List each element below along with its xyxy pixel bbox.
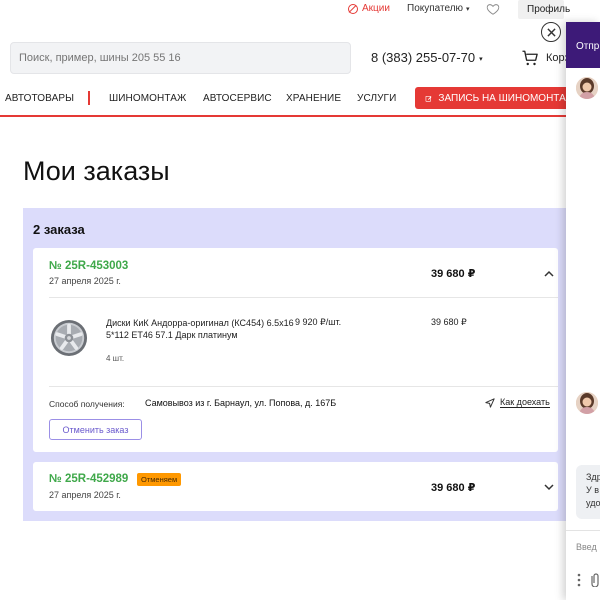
order-card: № 25R-453003 27 апреля 2025 г. 39 680 ₽ … — [33, 248, 558, 452]
order-number[interactable]: № 25R-453003 — [49, 260, 128, 272]
chat-tools — [577, 573, 599, 587]
attach-icon[interactable] — [591, 573, 599, 587]
delivery-label: Способ получения: — [49, 399, 125, 409]
profile-button[interactable]: Профиль — [518, 0, 570, 19]
buyer-label: Покупателю — [407, 3, 464, 14]
order-sum: 39 680 ₽ — [431, 482, 476, 494]
product-total: 39 680 ₽ — [431, 317, 467, 327]
nav-underline — [0, 115, 568, 117]
edit-icon — [425, 95, 432, 102]
orders-panel: 2 заказа № 25R-453003 27 апреля 2025 г. … — [23, 208, 573, 521]
chat-message-line: Здр — [586, 472, 600, 482]
person-icon — [576, 77, 598, 99]
chat-header[interactable]: Отпр — [566, 22, 600, 68]
order-card[interactable]: № 25R-452989 Отменяем 27 апреля 2025 г. … — [33, 462, 558, 511]
order-date: 27 апреля 2025 г. — [49, 490, 121, 500]
navigation-arrow-icon — [485, 397, 495, 408]
phone-number: 8 (383) 255-07-70 — [371, 50, 476, 65]
chat-widget: Отпр Здр У в удо Введ — [566, 22, 600, 600]
order-sum: 39 680 ₽ — [431, 268, 476, 280]
buyer-menu[interactable]: Покупателю ▾ — [407, 3, 470, 14]
phone-selector[interactable]: 8 (383) 255-07-70 ▾ — [371, 50, 483, 65]
chevron-down-icon: ▾ — [479, 55, 483, 63]
status-badge: Отменяем — [137, 473, 182, 486]
nav-item-uslugi[interactable]: УСЛУГИ — [357, 93, 396, 104]
search-input[interactable] — [10, 42, 351, 74]
agent-avatar — [576, 77, 598, 99]
page-title: Мои заказы — [23, 156, 170, 186]
chat-divider — [566, 530, 600, 531]
chat-message-line: удо — [586, 498, 600, 508]
cart-icon[interactable] — [521, 49, 539, 67]
chevron-down-icon: ▾ — [466, 6, 470, 13]
cancel-order-button[interactable]: Отменить заказ — [49, 419, 142, 440]
agent-avatar — [576, 392, 598, 414]
top-utility-bar: Акции Покупателю ▾ Профиль — [0, 0, 600, 20]
nav-item-shinomontazh[interactable]: ШИНОМОНТАЖ — [109, 93, 186, 104]
chat-message: Здр У в удо — [576, 465, 600, 519]
profile-label: Профиль — [527, 4, 571, 15]
order-number[interactable]: № 25R-452989 — [49, 473, 128, 485]
promo-icon — [348, 3, 358, 14]
promo-link[interactable]: Акции — [348, 3, 390, 14]
nav-divider — [88, 91, 90, 105]
promo-label: Акции — [362, 3, 390, 14]
delivery-value: Самовывоз из г. Барнаул, ул. Попова, д. … — [145, 398, 337, 408]
tire-booking-label: ЗАПИСЬ НА ШИНОМОНТАЖ — [438, 92, 575, 104]
route-link[interactable]: Как доехать — [485, 397, 550, 408]
orders-count: 2 заказа — [33, 222, 85, 237]
close-chat-button[interactable] — [541, 22, 561, 42]
card-divider — [49, 386, 558, 387]
nav-item-hranenie[interactable]: ХРАНЕНИЕ — [286, 93, 341, 104]
chevron-down-icon[interactable] — [543, 481, 555, 493]
card-divider — [49, 297, 558, 298]
wheel-image[interactable] — [50, 319, 88, 357]
chevron-up-icon[interactable] — [543, 268, 555, 280]
product-quantity: 4 шт. — [106, 354, 125, 363]
person-icon — [576, 392, 598, 414]
nav-item-avtoservis[interactable]: АВТОСЕРВИС — [203, 93, 272, 104]
route-label: Как доехать — [500, 397, 550, 408]
product-name[interactable]: Диски КиК Андорра-оригинал (КС454) 6.5x1… — [106, 317, 296, 341]
chat-message-line: У в — [586, 485, 599, 495]
nav-item-autotovary[interactable]: АВТОТОВАРЫ — [5, 93, 74, 104]
main-nav: АВТОТОВАРЫ ШИНОМОНТАЖ АВТОСЕРВИС ХРАНЕНИ… — [0, 86, 600, 116]
heart-icon[interactable] — [486, 2, 500, 16]
close-icon — [546, 27, 556, 37]
order-date: 27 апреля 2025 г. — [49, 276, 121, 286]
more-vertical-icon[interactable] — [577, 573, 581, 587]
chat-input[interactable]: Введ — [576, 542, 597, 552]
tire-booking-button[interactable]: ЗАПИСЬ НА ШИНОМОНТАЖ — [415, 87, 575, 109]
product-unit-price: 9 920 ₽/шт. — [295, 317, 342, 327]
